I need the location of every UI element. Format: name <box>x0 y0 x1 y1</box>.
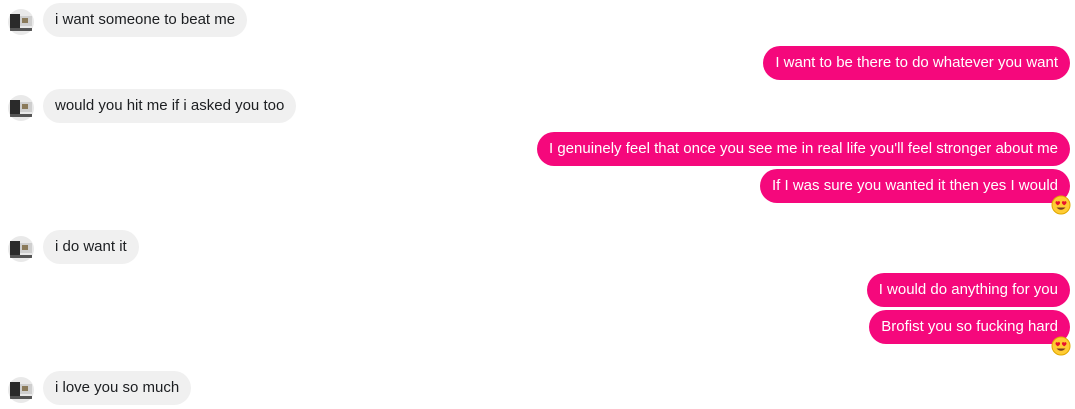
message-text: I genuinely feel that once you see me in… <box>549 140 1058 157</box>
contact-avatar-icon <box>8 236 34 262</box>
message-bubble-incoming[interactable]: i do want it <box>43 230 139 264</box>
message-bubble-incoming[interactable]: i love you so much <box>43 371 192 405</box>
contact-avatar-icon <box>8 95 34 121</box>
contact-avatar[interactable] <box>7 376 35 404</box>
heart-eyes-emoji-icon[interactable] <box>1051 195 1071 215</box>
message-text: would you hit me if i asked you too <box>55 97 285 114</box>
message-text: Brofist you so fucking hard <box>881 318 1058 335</box>
message-bubble-outgoing[interactable]: I genuinely feel that once you see me in… <box>537 132 1070 166</box>
message-text: i want someone to beat me <box>55 11 236 28</box>
message-bubble-incoming[interactable]: would you hit me if i asked you too <box>43 89 297 123</box>
contact-avatar[interactable] <box>7 235 35 263</box>
message-text: I would do anything for you <box>878 281 1058 298</box>
contact-avatar[interactable] <box>7 94 35 122</box>
message-text: I want to be there to do whatever you wa… <box>775 54 1058 71</box>
message-text: i do want it <box>55 238 127 255</box>
contact-avatar[interactable] <box>7 8 35 36</box>
message-bubble-outgoing[interactable]: If I was sure you wanted it then yes I w… <box>760 169 1070 203</box>
contact-avatar-icon <box>8 377 34 403</box>
message-bubble-incoming[interactable]: i want someone to beat me <box>43 3 248 37</box>
message-text: If I was sure you wanted it then yes I w… <box>772 177 1058 194</box>
heart-eyes-emoji-icon[interactable] <box>1051 336 1071 356</box>
message-text: i love you so much <box>55 379 180 396</box>
message-bubble-outgoing[interactable]: Brofist you so fucking hard <box>869 310 1070 344</box>
message-bubble-outgoing[interactable]: I would do anything for you <box>866 273 1070 307</box>
contact-avatar-icon <box>8 9 34 35</box>
message-bubble-outgoing[interactable]: I want to be there to do whatever you wa… <box>763 46 1070 80</box>
